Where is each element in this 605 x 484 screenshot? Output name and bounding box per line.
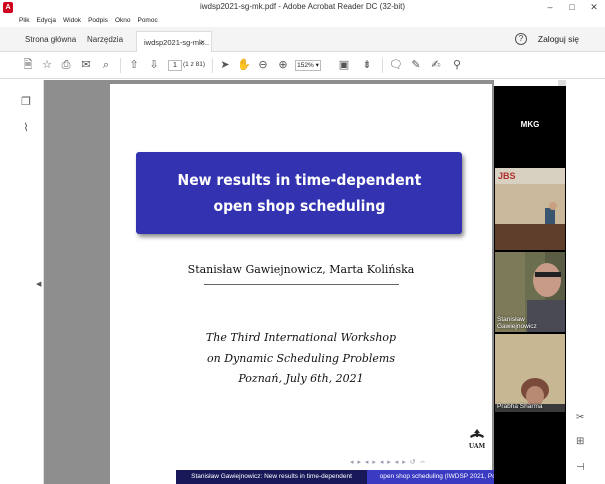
uam-logo-text: UAM [469, 443, 486, 450]
comment-icon[interactable]: 🗨 [389, 58, 403, 72]
menu-window[interactable]: Okno [115, 17, 131, 24]
highlight-pen-icon[interactable]: ✎ [409, 58, 423, 72]
workshop-line3: Poznań, July 6th, 2021 [238, 372, 364, 385]
menu-file[interactable]: Plik [19, 17, 29, 24]
slide-title-box: New results in time-dependent open shop … [136, 152, 462, 234]
tab-document-label: iwdsp2021-sg-mk... [144, 38, 210, 47]
bookmark-star-icon[interactable]: ☆ [40, 58, 54, 72]
zoom-out-icon[interactable]: ⊖ [256, 58, 270, 72]
menu-edit[interactable]: Edycja [36, 17, 56, 24]
room-video-frame: JBS [495, 168, 565, 250]
next-page-icon[interactable]: ⇩ [147, 58, 161, 72]
email-icon[interactable]: ✉ [79, 58, 93, 72]
uam-logo: UAM [469, 429, 486, 450]
window-titlebar: A iwdsp2021-sg-mk.pdf - Adobe Acrobat Re… [0, 0, 605, 14]
menu-help[interactable]: Pomoc [137, 17, 157, 24]
tab-tools[interactable]: Narzędzia [87, 33, 123, 52]
video-tile-participant-2[interactable]: Prabha Sharma [495, 334, 565, 412]
video-participants-panel: MKG JBS Stanisław Gawiejnowicz Prabha Sh… [494, 86, 566, 484]
menu-bar: Plik Edycja Widok Podpis Okno Pomoc [0, 14, 605, 27]
workshop-line2: on Dynamic Scheduling Problems [207, 352, 395, 365]
stamp-icon[interactable]: ⚲ [450, 58, 464, 72]
menu-sign[interactable]: Podpis [88, 17, 108, 24]
help-icon[interactable]: ? [515, 33, 527, 45]
right-tools-panel: ✂ ⊞ ⊣ [566, 80, 605, 484]
video-tile-room[interactable]: JBS [495, 168, 565, 250]
collapse-panel-icon[interactable]: ◀ [36, 280, 41, 288]
participant-2-name: Prabha Sharma [497, 403, 543, 410]
search-icon[interactable]: ⌕ [99, 58, 113, 72]
host-name-label: MKG [520, 120, 540, 129]
organize-pages-icon[interactable]: ✂ [576, 412, 584, 423]
scroll-mode-icon[interactable]: ⇟ [360, 58, 374, 72]
previous-page-icon[interactable]: ⇧ [127, 58, 141, 72]
participant-1-name: Stanisław Gawiejnowicz [497, 316, 537, 330]
select-cursor-icon[interactable]: ➤ [218, 58, 232, 72]
video-tile-participant-1[interactable]: Stanisław Gawiejnowicz [495, 252, 565, 332]
pdf-slide-page: New results in time-dependent open shop … [110, 84, 558, 484]
slide-authors: Stanisław Gawiejnowicz, Marta Kolińska [187, 263, 415, 276]
zoom-in-icon[interactable]: ⊕ [276, 58, 290, 72]
authors-underline [204, 284, 399, 285]
slide-title: New results in time-dependent open shop … [177, 167, 421, 219]
participant-2-video-frame [495, 334, 565, 412]
minimize-button[interactable]: – [539, 0, 561, 14]
slide-title-line2: open shop scheduling [213, 197, 385, 215]
draw-icon[interactable]: ✍ [429, 58, 443, 72]
footer-left: Stanisław Gawiejnowicz: New results in t… [176, 470, 367, 484]
signin-button[interactable]: Zaloguj się [538, 34, 579, 44]
document-canvas[interactable]: New results in time-dependent open shop … [44, 80, 558, 484]
expand-panel-icon[interactable]: ⊣ [576, 462, 585, 473]
page-thumbnails-icon[interactable]: ❐ [20, 96, 32, 109]
left-navigation-panel: ❐ ⌇ ◀ [0, 80, 44, 484]
menu-view[interactable]: Widok [63, 17, 81, 24]
toolbar: 🗎 ☆ ⎙ ✉ ⌕ ⇧ ⇩ 1 (1 z 81) ➤ ✋ ⊖ ⊕ 152% ▾ … [0, 52, 605, 79]
attachments-icon[interactable]: ⌇ [20, 122, 32, 135]
print-icon[interactable]: ⎙ [59, 58, 73, 72]
page-number-input[interactable]: 1 [168, 60, 182, 71]
zoom-level-select[interactable]: 152% ▾ [295, 60, 321, 71]
tab-bar: Strona główna Narzędzia iwdsp2021-sg-mk.… [0, 27, 605, 52]
fit-page-icon[interactable]: ▣ [337, 58, 351, 72]
window-title: iwdsp2021-sg-mk.pdf - Adobe Acrobat Read… [200, 2, 405, 11]
room-sign-text: JBS [498, 171, 516, 181]
tab-close-icon[interactable]: × [200, 36, 205, 49]
more-tools-icon[interactable]: ⊞ [576, 436, 584, 447]
workshop-line1: The Third International Workshop [205, 331, 397, 344]
tab-document[interactable]: iwdsp2021-sg-mk... × [136, 31, 212, 52]
tab-home[interactable]: Strona główna [25, 33, 76, 52]
close-window-button[interactable]: ✕ [583, 0, 605, 14]
save-icon[interactable]: 🗎 [21, 58, 35, 72]
slide-title-line1: New results in time-dependent [177, 171, 421, 189]
hand-tool-icon[interactable]: ✋ [237, 58, 251, 72]
maximize-button[interactable]: □ [561, 0, 583, 14]
zoom-level: 152% [297, 62, 314, 69]
window-controls: – □ ✕ [539, 0, 605, 14]
page-count: (1 z 81) [183, 61, 206, 68]
beamer-navigation-symbols: ◂ ▸ ◂ ▸ ◂ ▸ ◂ ▸ ↺ ∽ [350, 459, 427, 466]
